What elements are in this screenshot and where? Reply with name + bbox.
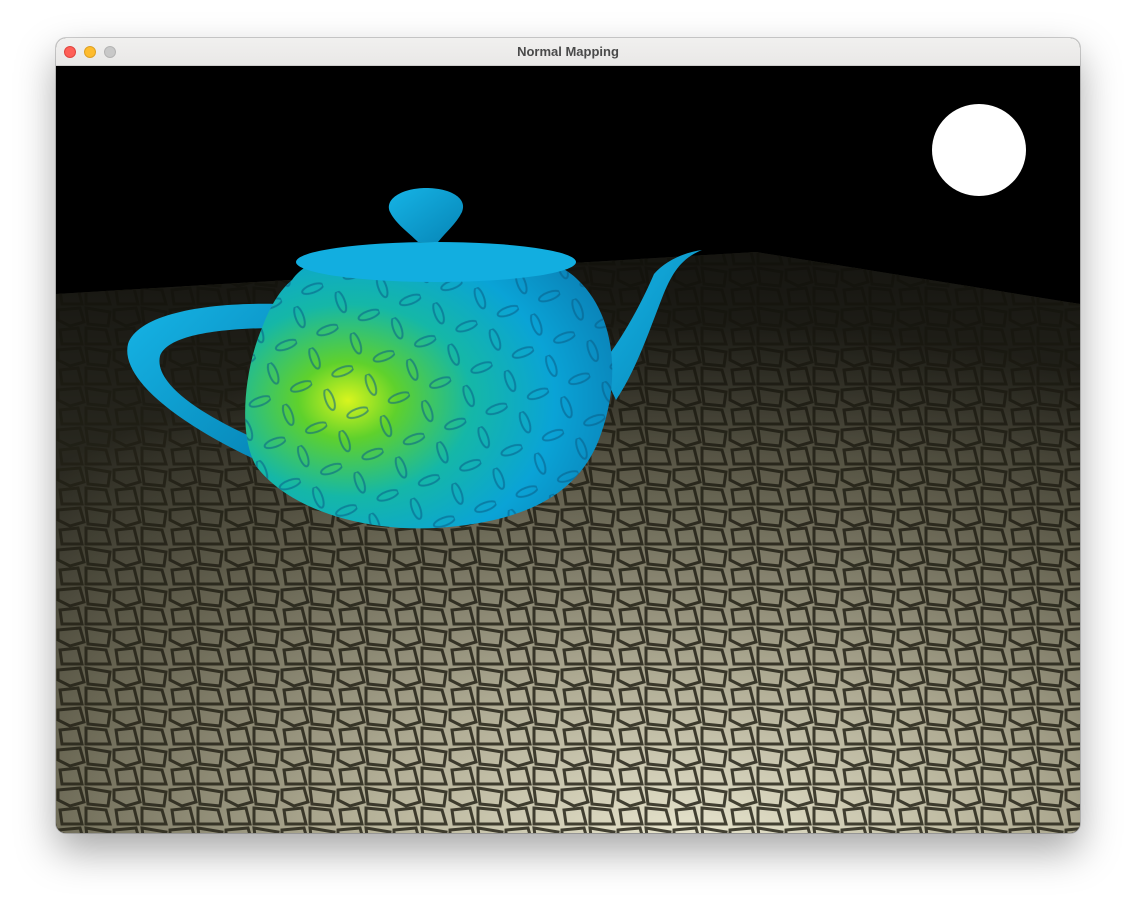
app-window: Normal Mapping — [56, 38, 1080, 833]
window-title: Normal Mapping — [517, 44, 619, 59]
light-source — [932, 104, 1026, 196]
render-viewport[interactable] — [56, 66, 1080, 833]
title-bar[interactable]: Normal Mapping — [56, 38, 1080, 66]
